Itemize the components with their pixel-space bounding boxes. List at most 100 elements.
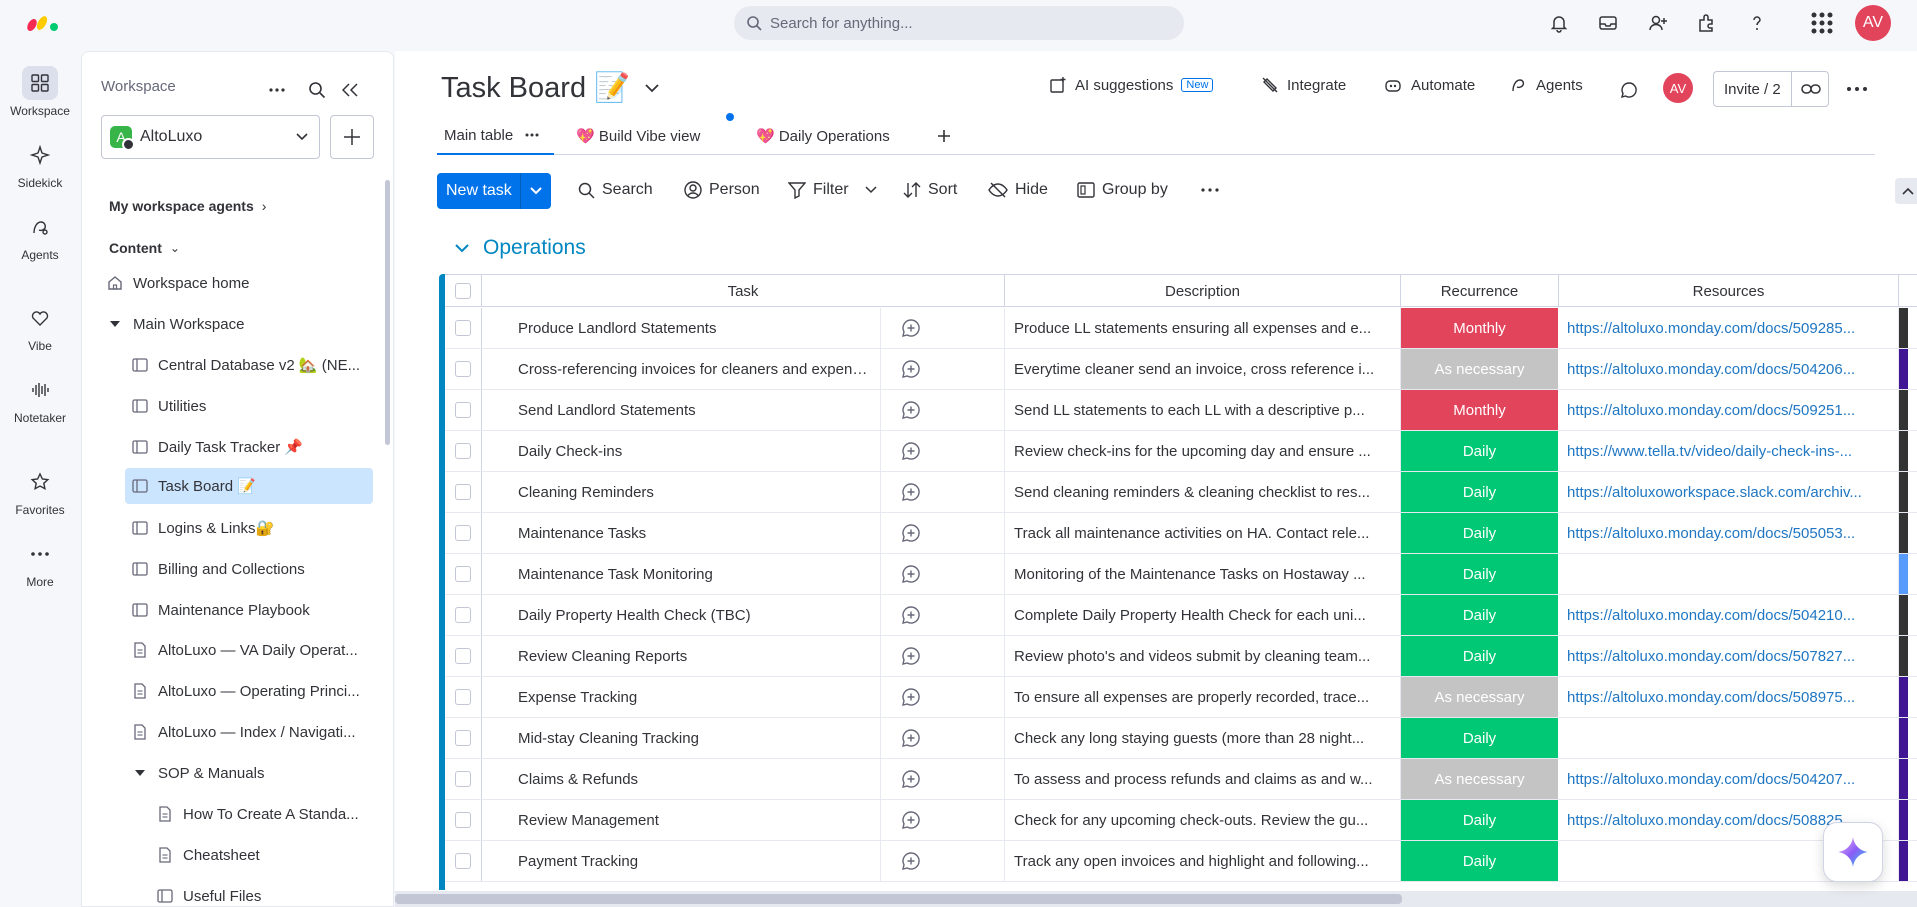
- resources-cell[interactable]: https://altoluxo.monday.com/docs/509251.…: [1559, 390, 1899, 430]
- add-update-icon[interactable]: [880, 718, 940, 758]
- resources-cell[interactable]: [1559, 554, 1899, 594]
- sidebar-item-va-daily-operations[interactable]: AltoLuxo — VA Daily Operat...: [82, 634, 382, 666]
- tab-main-table[interactable]: Main table: [437, 117, 554, 155]
- task-cell[interactable]: Payment Tracking: [482, 841, 1005, 881]
- filter-button[interactable]: Filter: [788, 181, 884, 199]
- resources-cell[interactable]: https://altoluxo.monday.com/docs/509285.…: [1559, 308, 1899, 348]
- resource-link[interactable]: https://altoluxo.monday.com/docs/504207.…: [1567, 771, 1889, 788]
- collapse-header-button[interactable]: [1895, 178, 1917, 204]
- link-icon[interactable]: [1800, 83, 1821, 95]
- invite-members-icon[interactable]: [1646, 11, 1670, 35]
- task-cell[interactable]: Mid-stay Cleaning Tracking: [482, 718, 1005, 758]
- sidebar-item-maintenance-playbook[interactable]: Maintenance Playbook: [82, 594, 382, 626]
- sidebar-more-icon[interactable]: [265, 78, 289, 102]
- column-header-description[interactable]: Description: [1005, 275, 1401, 307]
- sidebar-item-utilities[interactable]: Utilities: [82, 390, 382, 422]
- description-cell[interactable]: Review check-ins for the upcoming day an…: [1005, 431, 1401, 471]
- board-more-icon[interactable]: [1845, 77, 1869, 101]
- row-checkbox[interactable]: [455, 525, 471, 541]
- row-checkbox[interactable]: [455, 689, 471, 705]
- invite-button[interactable]: Invite / 2: [1713, 71, 1829, 107]
- row-checkbox[interactable]: [455, 320, 471, 336]
- table-row[interactable]: Maintenance Task Monitoring Monitoring of…: [445, 554, 1917, 595]
- rail-item-more[interactable]: More: [0, 537, 80, 589]
- horizontal-scrollbar-thumb[interactable]: [395, 894, 1402, 904]
- resource-link[interactable]: https://altoluxo.monday.com/docs/509285.…: [1567, 320, 1889, 337]
- column-header-recurrence[interactable]: Recurrence: [1401, 275, 1559, 307]
- resource-link[interactable]: https://altoluxo.monday.com/docs/505053.…: [1567, 525, 1889, 542]
- task-cell[interactable]: Cleaning Reminders: [482, 472, 1005, 512]
- add-update-icon[interactable]: [880, 554, 940, 594]
- ai-assistant-button[interactable]: [1823, 822, 1883, 882]
- rail-item-workspace[interactable]: Workspace: [0, 66, 80, 118]
- add-item-button[interactable]: [330, 115, 374, 159]
- add-update-icon[interactable]: [880, 349, 940, 389]
- sidebar-item-how-to-create[interactable]: How To Create A Standa...: [82, 798, 382, 830]
- table-row[interactable]: Daily Check-ins Review check-ins for the …: [445, 431, 1917, 472]
- sidebar-scrollbar[interactable]: [385, 180, 390, 445]
- person-filter-button[interactable]: Person: [684, 181, 760, 199]
- tab-daily-operations[interactable]: 💖 Daily Operations: [756, 117, 890, 155]
- user-avatar[interactable]: AV: [1855, 5, 1891, 41]
- task-cell[interactable]: Maintenance Task Monitoring: [482, 554, 1005, 594]
- sidebar-item-cheatsheet[interactable]: Cheatsheet: [82, 839, 382, 871]
- resource-link[interactable]: https://www.tella.tv/video/daily-check-i…: [1567, 443, 1889, 460]
- recurrence-status-cell[interactable]: As necessary: [1401, 349, 1559, 389]
- task-cell[interactable]: Review Cleaning Reports: [482, 636, 1005, 676]
- recurrence-status-cell[interactable]: Daily: [1401, 513, 1559, 553]
- row-checkbox[interactable]: [455, 730, 471, 746]
- add-view-button[interactable]: [937, 117, 951, 155]
- sidebar-item-central-database[interactable]: Central Database v2 🏡 (NE...: [82, 349, 382, 381]
- resources-cell[interactable]: https://altoluxo.monday.com/docs/504206.…: [1559, 349, 1899, 389]
- ai-suggestions-button[interactable]: AI suggestions New: [1049, 76, 1214, 94]
- table-row[interactable]: Cleaning Reminders Send cleaning reminder…: [445, 472, 1917, 513]
- toolbar-more-icon[interactable]: [1201, 188, 1226, 192]
- rail-item-notetaker[interactable]: Notetaker: [0, 373, 80, 425]
- group-header[interactable]: Operations: [455, 236, 586, 260]
- add-update-icon[interactable]: [880, 390, 940, 430]
- column-header-resources[interactable]: Resources: [1559, 275, 1899, 307]
- table-row[interactable]: Produce Landlord Statements Produce LL st…: [445, 308, 1917, 349]
- sidebar-item-main-workspace[interactable]: Main Workspace: [82, 308, 382, 340]
- task-cell[interactable]: Send Landlord Statements: [482, 390, 1005, 430]
- resources-cell[interactable]: https://www.tella.tv/video/daily-check-i…: [1559, 431, 1899, 471]
- recurrence-status-cell[interactable]: Daily: [1401, 472, 1559, 512]
- resource-link[interactable]: https://altoluxo.monday.com/docs/509251.…: [1567, 402, 1889, 419]
- resource-link[interactable]: https://altoluxo.monday.com/docs/504210.…: [1567, 607, 1889, 624]
- sidebar-item-index-navigation[interactable]: AltoLuxo — Index / Navigati...: [82, 716, 382, 748]
- table-row[interactable]: Cross-referencing invoices for cleaners …: [445, 349, 1917, 390]
- recurrence-status-cell[interactable]: Daily: [1401, 636, 1559, 676]
- recurrence-status-cell[interactable]: Daily: [1401, 554, 1559, 594]
- description-cell[interactable]: Produce LL statements ensuring all expen…: [1005, 308, 1401, 348]
- new-task-button[interactable]: New task: [437, 173, 551, 209]
- description-cell[interactable]: Review photo's and videos submit by clea…: [1005, 636, 1401, 676]
- help-icon[interactable]: [1745, 11, 1769, 35]
- add-update-icon[interactable]: [880, 595, 940, 635]
- description-cell[interactable]: Send LL statements to each LL with a des…: [1005, 390, 1401, 430]
- recurrence-status-cell[interactable]: Daily: [1401, 800, 1559, 840]
- description-cell[interactable]: Monitoring of the Maintenance Tasks on H…: [1005, 554, 1401, 594]
- collapse-sidebar-icon[interactable]: [338, 78, 362, 102]
- table-row[interactable]: Claims & Refunds To assess and process re…: [445, 759, 1917, 800]
- sidebar-item-useful-files[interactable]: Useful Files: [82, 880, 382, 907]
- add-update-icon[interactable]: [880, 308, 940, 348]
- sidebar-item-billing[interactable]: Billing and Collections: [82, 553, 382, 585]
- recurrence-status-cell[interactable]: Monthly: [1401, 308, 1559, 348]
- task-cell[interactable]: Produce Landlord Statements: [482, 308, 1005, 348]
- rail-item-favorites[interactable]: Favorites: [0, 465, 80, 517]
- chevron-down-icon[interactable]: [455, 243, 469, 253]
- row-checkbox[interactable]: [455, 402, 471, 418]
- table-row[interactable]: Expense Tracking To ensure all expenses a…: [445, 677, 1917, 718]
- table-row[interactable]: Review Cleaning Reports Review photo's an…: [445, 636, 1917, 677]
- row-checkbox[interactable]: [455, 443, 471, 459]
- workspace-selector[interactable]: A AltoLuxo: [101, 115, 320, 159]
- add-update-icon[interactable]: [880, 759, 940, 799]
- task-cell[interactable]: Review Management: [482, 800, 1005, 840]
- resources-cell[interactable]: https://altoluxo.monday.com/docs/508975.…: [1559, 677, 1899, 717]
- tab-more-icon[interactable]: [525, 133, 539, 137]
- row-checkbox[interactable]: [455, 648, 471, 664]
- description-cell[interactable]: To assess and process refunds and claims…: [1005, 759, 1401, 799]
- monday-logo[interactable]: [26, 11, 60, 33]
- resources-cell[interactable]: https://altoluxo.monday.com/docs/504210.…: [1559, 595, 1899, 635]
- add-update-icon[interactable]: [880, 800, 940, 840]
